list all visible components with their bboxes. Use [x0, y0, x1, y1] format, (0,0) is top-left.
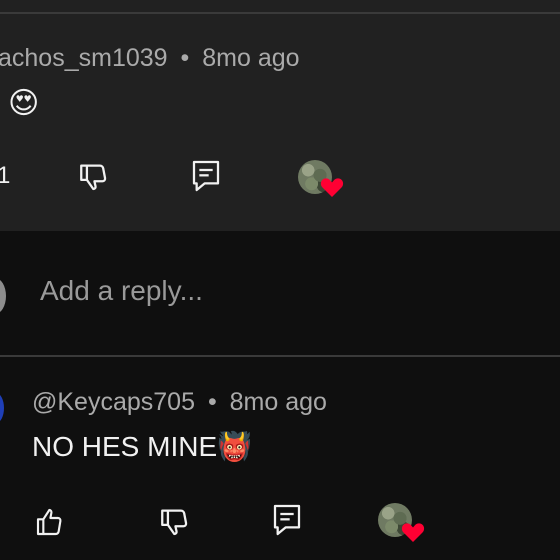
reply-icon — [192, 160, 220, 192]
like-count: 1 — [0, 162, 11, 189]
divider — [0, 355, 560, 357]
avatar[interactable] — [0, 393, 4, 423]
comment-meta: @Keycaps705 • 8mo ago — [32, 388, 327, 417]
comment-meta: achos_sm1039 • 8mo ago — [0, 44, 300, 73]
dislike-button[interactable] — [158, 505, 192, 539]
comment-username[interactable]: achos_sm1039 — [0, 44, 168, 72]
comment-text: 😍 — [8, 87, 40, 120]
comment-username[interactable]: @Keycaps705 — [32, 388, 195, 416]
creator-heart-icon — [401, 521, 425, 543]
dislike-button[interactable] — [77, 160, 111, 194]
creator-heart-icon — [320, 176, 344, 198]
meta-separator: • — [207, 388, 217, 416]
thumbs-down-icon — [80, 164, 107, 191]
reply-button[interactable] — [271, 502, 303, 538]
like-button[interactable] — [34, 505, 66, 539]
meta-separator: • — [180, 44, 190, 72]
comment-text: NO HES MINE👹 — [32, 431, 252, 462]
comment-time[interactable]: 8mo ago — [230, 388, 327, 416]
reply-icon — [273, 504, 301, 536]
comment-time[interactable]: 8mo ago — [202, 44, 299, 72]
highlighted-comment: achos_sm1039 • 8mo ago 😍 1 — [0, 0, 560, 231]
thumbs-down-icon — [161, 509, 188, 536]
thumbs-up-icon — [36, 508, 62, 536]
reply-input[interactable]: Add a reply... — [40, 275, 203, 307]
reply-button[interactable] — [190, 158, 222, 194]
divider — [0, 12, 560, 14]
